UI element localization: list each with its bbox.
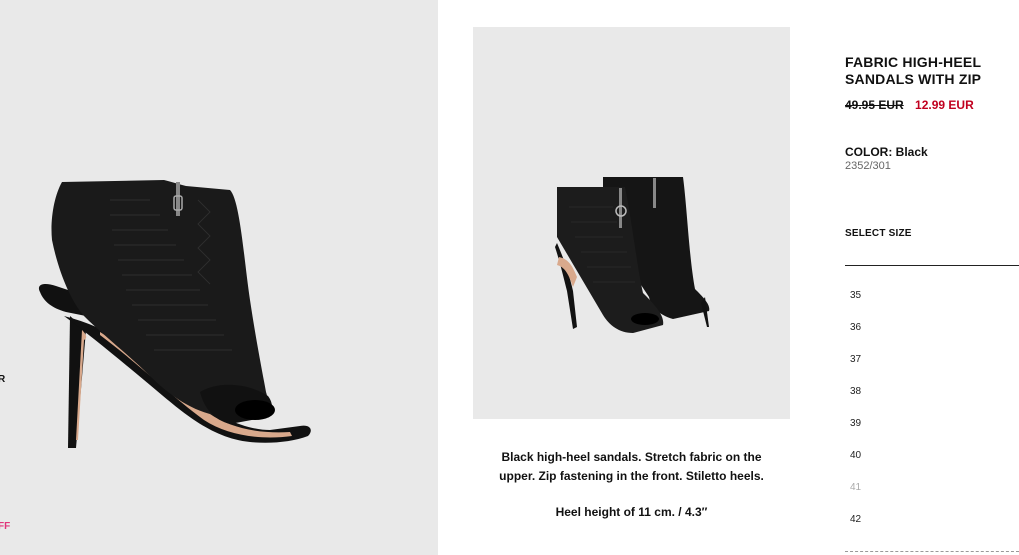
divider [845,551,1019,552]
color-info: COLOR: Black [845,145,928,159]
description-line: Black high-heel sandals. Stretch fabric … [501,450,762,464]
product-title: FABRIC HIGH-HEEL SANDALS WITH ZIP [845,54,1015,88]
price-row: 49.95 EUR 12.99 EUR [845,98,974,112]
color-label: COLOR: [845,145,893,159]
product-reference: 2352/301 [845,160,891,172]
product-page: R FF Black high-heel sandals. Stretch fa… [0,0,1019,555]
size-option[interactable]: 37 [850,354,861,386]
original-price: 49.95 EUR [845,98,904,112]
product-title-line: SANDALS WITH ZIP [845,71,982,87]
size-list: 35 36 37 38 39 40 41 42 [850,290,861,546]
size-option[interactable]: 42 [850,514,861,546]
shoe-pair-front-illustration [555,177,710,333]
select-size-label: SELECT SIZE [845,228,912,239]
size-option-unavailable: 41 [850,482,862,493]
size-option[interactable]: 35 [850,290,861,322]
shoe-side-view-illustration [38,180,311,448]
cropped-edge-label: R [0,374,6,385]
sale-price: 12.99 EUR [915,98,974,112]
cropped-discount-label: FF [0,521,11,532]
size-option[interactable]: 38 [850,386,861,418]
size-option[interactable]: 40 [850,450,861,482]
size-option[interactable]: 39 [850,418,861,450]
product-thumbnail[interactable] [473,27,790,419]
main-product-image[interactable]: R FF [0,0,438,555]
divider [845,265,1019,266]
product-description: Black high-heel sandals. Stretch fabric … [473,448,790,522]
size-option[interactable]: 36 [850,322,861,354]
heel-height-text: Heel height of 11 cm. / 4.3″ [555,505,708,519]
product-title-line: FABRIC HIGH-HEEL [845,54,982,70]
description-line: upper. Zip fastening in the front. Stile… [499,469,764,483]
color-value: Black [895,145,928,159]
